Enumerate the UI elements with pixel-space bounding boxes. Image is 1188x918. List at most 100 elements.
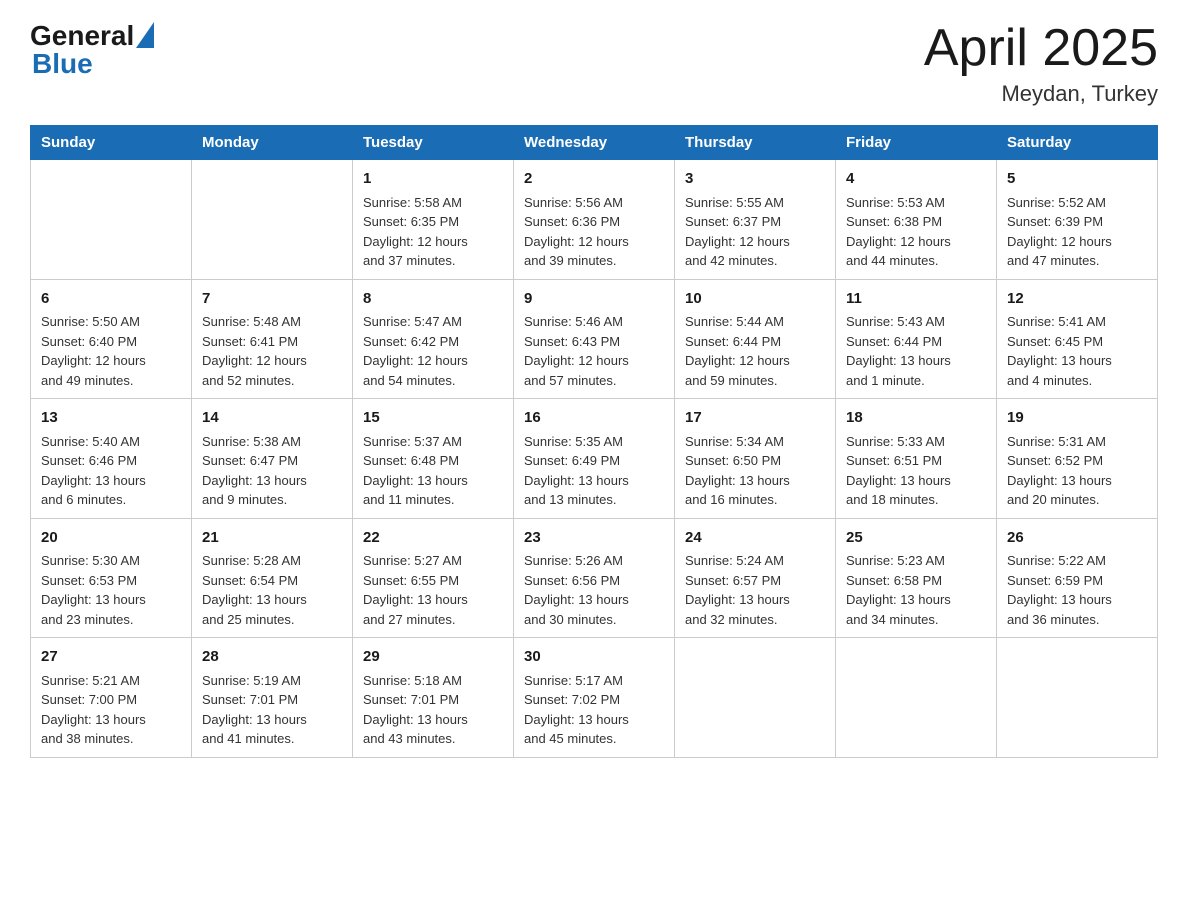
day-number: 19 — [1007, 407, 1147, 430]
calendar-cell: 9Sunrise: 5:46 AM Sunset: 6:43 PM Daylig… — [514, 279, 675, 399]
day-number: 7 — [202, 288, 342, 311]
day-info: Sunrise: 5:19 AM Sunset: 7:01 PM Dayligh… — [202, 671, 342, 749]
calendar-cell — [836, 638, 997, 758]
day-number: 8 — [363, 288, 503, 311]
day-number: 14 — [202, 407, 342, 430]
weekday-header-wednesday: Wednesday — [514, 126, 675, 160]
day-number: 6 — [41, 288, 181, 311]
calendar-cell: 12Sunrise: 5:41 AM Sunset: 6:45 PM Dayli… — [997, 279, 1158, 399]
calendar-cell: 30Sunrise: 5:17 AM Sunset: 7:02 PM Dayli… — [514, 638, 675, 758]
day-info: Sunrise: 5:41 AM Sunset: 6:45 PM Dayligh… — [1007, 312, 1147, 390]
weekday-header-sunday: Sunday — [31, 126, 192, 160]
day-number: 1 — [363, 168, 503, 191]
calendar-cell: 17Sunrise: 5:34 AM Sunset: 6:50 PM Dayli… — [675, 399, 836, 519]
calendar-cell — [675, 638, 836, 758]
calendar-cell: 1Sunrise: 5:58 AM Sunset: 6:35 PM Daylig… — [353, 160, 514, 280]
day-number: 13 — [41, 407, 181, 430]
day-number: 4 — [846, 168, 986, 191]
calendar-header-row: SundayMondayTuesdayWednesdayThursdayFrid… — [31, 126, 1158, 160]
day-info: Sunrise: 5:21 AM Sunset: 7:00 PM Dayligh… — [41, 671, 181, 749]
day-info: Sunrise: 5:53 AM Sunset: 6:38 PM Dayligh… — [846, 193, 986, 271]
day-info: Sunrise: 5:23 AM Sunset: 6:58 PM Dayligh… — [846, 551, 986, 629]
day-info: Sunrise: 5:17 AM Sunset: 7:02 PM Dayligh… — [524, 671, 664, 749]
weekday-header-monday: Monday — [192, 126, 353, 160]
day-number: 16 — [524, 407, 664, 430]
calendar-cell: 24Sunrise: 5:24 AM Sunset: 6:57 PM Dayli… — [675, 518, 836, 638]
day-number: 17 — [685, 407, 825, 430]
day-number: 23 — [524, 527, 664, 550]
calendar-cell: 20Sunrise: 5:30 AM Sunset: 6:53 PM Dayli… — [31, 518, 192, 638]
day-info: Sunrise: 5:30 AM Sunset: 6:53 PM Dayligh… — [41, 551, 181, 629]
day-number: 15 — [363, 407, 503, 430]
calendar-cell: 27Sunrise: 5:21 AM Sunset: 7:00 PM Dayli… — [31, 638, 192, 758]
day-info: Sunrise: 5:34 AM Sunset: 6:50 PM Dayligh… — [685, 432, 825, 510]
day-info: Sunrise: 5:46 AM Sunset: 6:43 PM Dayligh… — [524, 312, 664, 390]
day-info: Sunrise: 5:26 AM Sunset: 6:56 PM Dayligh… — [524, 551, 664, 629]
day-number: 27 — [41, 646, 181, 669]
day-number: 25 — [846, 527, 986, 550]
weekday-header-tuesday: Tuesday — [353, 126, 514, 160]
day-info: Sunrise: 5:22 AM Sunset: 6:59 PM Dayligh… — [1007, 551, 1147, 629]
day-number: 3 — [685, 168, 825, 191]
day-number: 20 — [41, 527, 181, 550]
day-info: Sunrise: 5:24 AM Sunset: 6:57 PM Dayligh… — [685, 551, 825, 629]
day-number: 2 — [524, 168, 664, 191]
day-info: Sunrise: 5:33 AM Sunset: 6:51 PM Dayligh… — [846, 432, 986, 510]
calendar-table: SundayMondayTuesdayWednesdayThursdayFrid… — [30, 125, 1158, 758]
day-info: Sunrise: 5:40 AM Sunset: 6:46 PM Dayligh… — [41, 432, 181, 510]
calendar-cell: 22Sunrise: 5:27 AM Sunset: 6:55 PM Dayli… — [353, 518, 514, 638]
calendar-cell: 7Sunrise: 5:48 AM Sunset: 6:41 PM Daylig… — [192, 279, 353, 399]
calendar-cell: 3Sunrise: 5:55 AM Sunset: 6:37 PM Daylig… — [675, 160, 836, 280]
calendar-cell: 13Sunrise: 5:40 AM Sunset: 6:46 PM Dayli… — [31, 399, 192, 519]
day-number: 22 — [363, 527, 503, 550]
calendar-week-row: 1Sunrise: 5:58 AM Sunset: 6:35 PM Daylig… — [31, 160, 1158, 280]
calendar-cell: 29Sunrise: 5:18 AM Sunset: 7:01 PM Dayli… — [353, 638, 514, 758]
day-info: Sunrise: 5:44 AM Sunset: 6:44 PM Dayligh… — [685, 312, 825, 390]
calendar-cell: 25Sunrise: 5:23 AM Sunset: 6:58 PM Dayli… — [836, 518, 997, 638]
calendar-cell: 5Sunrise: 5:52 AM Sunset: 6:39 PM Daylig… — [997, 160, 1158, 280]
day-info: Sunrise: 5:56 AM Sunset: 6:36 PM Dayligh… — [524, 193, 664, 271]
day-number: 10 — [685, 288, 825, 311]
calendar-cell: 8Sunrise: 5:47 AM Sunset: 6:42 PM Daylig… — [353, 279, 514, 399]
calendar-cell: 23Sunrise: 5:26 AM Sunset: 6:56 PM Dayli… — [514, 518, 675, 638]
location-subtitle: Meydan, Turkey — [924, 81, 1158, 107]
month-year-title: April 2025 — [924, 20, 1158, 77]
logo-triangle-icon — [136, 22, 154, 48]
logo: General Blue — [30, 20, 154, 80]
calendar-cell — [997, 638, 1158, 758]
logo-blue-text: Blue — [32, 48, 93, 80]
calendar-cell: 16Sunrise: 5:35 AM Sunset: 6:49 PM Dayli… — [514, 399, 675, 519]
calendar-cell — [31, 160, 192, 280]
calendar-cell: 2Sunrise: 5:56 AM Sunset: 6:36 PM Daylig… — [514, 160, 675, 280]
day-info: Sunrise: 5:38 AM Sunset: 6:47 PM Dayligh… — [202, 432, 342, 510]
day-number: 9 — [524, 288, 664, 311]
calendar-week-row: 6Sunrise: 5:50 AM Sunset: 6:40 PM Daylig… — [31, 279, 1158, 399]
day-number: 28 — [202, 646, 342, 669]
day-number: 11 — [846, 288, 986, 311]
day-number: 29 — [363, 646, 503, 669]
calendar-cell: 21Sunrise: 5:28 AM Sunset: 6:54 PM Dayli… — [192, 518, 353, 638]
day-info: Sunrise: 5:28 AM Sunset: 6:54 PM Dayligh… — [202, 551, 342, 629]
day-info: Sunrise: 5:50 AM Sunset: 6:40 PM Dayligh… — [41, 312, 181, 390]
calendar-cell: 6Sunrise: 5:50 AM Sunset: 6:40 PM Daylig… — [31, 279, 192, 399]
day-info: Sunrise: 5:18 AM Sunset: 7:01 PM Dayligh… — [363, 671, 503, 749]
day-number: 21 — [202, 527, 342, 550]
day-info: Sunrise: 5:47 AM Sunset: 6:42 PM Dayligh… — [363, 312, 503, 390]
calendar-cell: 19Sunrise: 5:31 AM Sunset: 6:52 PM Dayli… — [997, 399, 1158, 519]
day-info: Sunrise: 5:35 AM Sunset: 6:49 PM Dayligh… — [524, 432, 664, 510]
day-info: Sunrise: 5:37 AM Sunset: 6:48 PM Dayligh… — [363, 432, 503, 510]
day-number: 12 — [1007, 288, 1147, 311]
day-info: Sunrise: 5:43 AM Sunset: 6:44 PM Dayligh… — [846, 312, 986, 390]
calendar-cell: 4Sunrise: 5:53 AM Sunset: 6:38 PM Daylig… — [836, 160, 997, 280]
weekday-header-saturday: Saturday — [997, 126, 1158, 160]
calendar-cell: 11Sunrise: 5:43 AM Sunset: 6:44 PM Dayli… — [836, 279, 997, 399]
day-number: 24 — [685, 527, 825, 550]
calendar-cell: 14Sunrise: 5:38 AM Sunset: 6:47 PM Dayli… — [192, 399, 353, 519]
page-header: General Blue April 2025 Meydan, Turkey — [30, 20, 1158, 107]
day-info: Sunrise: 5:31 AM Sunset: 6:52 PM Dayligh… — [1007, 432, 1147, 510]
calendar-week-row: 20Sunrise: 5:30 AM Sunset: 6:53 PM Dayli… — [31, 518, 1158, 638]
weekday-header-friday: Friday — [836, 126, 997, 160]
day-info: Sunrise: 5:48 AM Sunset: 6:41 PM Dayligh… — [202, 312, 342, 390]
day-info: Sunrise: 5:27 AM Sunset: 6:55 PM Dayligh… — [363, 551, 503, 629]
calendar-cell — [192, 160, 353, 280]
